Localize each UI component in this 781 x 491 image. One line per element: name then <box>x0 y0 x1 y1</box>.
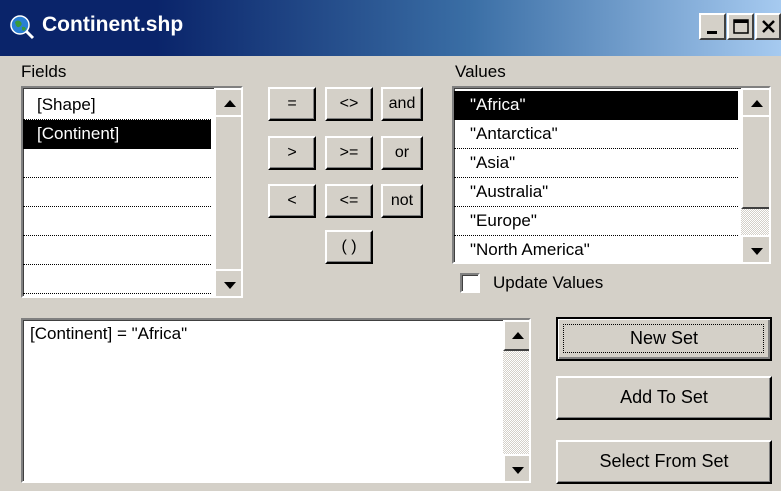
scroll-thumb[interactable] <box>214 115 241 273</box>
title-bar[interactable]: Continent.shp <box>0 0 781 56</box>
operator-less-equal-button[interactable]: <= <box>325 184 373 218</box>
value-item[interactable]: "Antarctica" <box>454 120 738 149</box>
window-title: Continent.shp <box>42 13 184 36</box>
add-to-set-button[interactable]: Add To Set <box>556 376 772 420</box>
maximize-icon <box>733 19 749 34</box>
expression-text: [Continent] = "Africa" <box>30 324 188 343</box>
minimize-icon <box>707 31 717 34</box>
operator-and-button[interactable]: and <box>381 87 423 121</box>
update-values-label[interactable]: Update Values <box>493 273 603 293</box>
value-item[interactable]: "North America" <box>454 236 738 262</box>
fields-label: Fields <box>21 62 67 81</box>
close-icon <box>762 20 775 33</box>
expression-scrollbar[interactable] <box>503 320 529 481</box>
scroll-down-button[interactable] <box>741 235 769 262</box>
field-item[interactable] <box>23 236 211 265</box>
values-label: Values <box>455 62 506 81</box>
field-item[interactable] <box>23 149 211 178</box>
field-item-selected[interactable]: [Continent] <box>23 120 211 149</box>
arrow-up-icon <box>512 331 524 339</box>
value-item-selected[interactable]: "Africa" <box>454 91 738 120</box>
expression-textarea[interactable]: [Continent] = "Africa" <box>21 318 531 483</box>
select-from-set-button[interactable]: Select From Set <box>556 440 772 484</box>
operator-greater-button[interactable]: > <box>268 136 316 170</box>
operator-not-equals-button[interactable]: <> <box>325 87 373 121</box>
arrow-down-icon <box>223 281 236 289</box>
operator-less-button[interactable]: < <box>268 184 316 218</box>
operator-or-button[interactable]: or <box>381 136 423 170</box>
scroll-down-button[interactable] <box>503 454 529 481</box>
app-globe-icon <box>9 14 35 40</box>
field-item[interactable] <box>23 178 211 207</box>
scroll-up-button[interactable] <box>503 320 529 351</box>
arrow-down-icon <box>512 466 524 474</box>
values-listbox[interactable]: "Africa" "Antarctica" "Asia" "Australia"… <box>452 86 771 264</box>
value-item[interactable]: "Europe" <box>454 207 738 236</box>
field-item[interactable] <box>23 265 211 294</box>
fields-scrollbar[interactable] <box>214 88 241 296</box>
fields-listbox[interactable]: [Shape] [Continent] <box>21 86 243 298</box>
new-set-button[interactable]: New Set <box>556 317 772 361</box>
field-item[interactable] <box>23 207 211 236</box>
update-values-checkbox[interactable] <box>460 273 480 293</box>
field-item[interactable]: [Shape] <box>23 91 211 120</box>
value-item[interactable]: "Asia" <box>454 149 738 178</box>
maximize-button[interactable] <box>727 13 754 40</box>
minimize-button[interactable] <box>699 13 726 40</box>
arrow-up-icon <box>223 99 236 107</box>
arrow-down-icon <box>751 247 763 255</box>
values-scrollbar[interactable] <box>741 88 769 262</box>
operator-not-button[interactable]: not <box>381 184 423 218</box>
arrow-up-icon <box>751 99 763 107</box>
scroll-thumb[interactable] <box>741 115 769 209</box>
close-button[interactable] <box>755 13 781 40</box>
operator-parentheses-button[interactable]: ( ) <box>325 230 373 264</box>
value-item[interactable]: "Australia" <box>454 178 738 207</box>
focus-ring <box>563 324 764 353</box>
operator-equals-button[interactable]: = <box>268 87 316 121</box>
scroll-down-button[interactable] <box>214 269 241 296</box>
operator-greater-equal-button[interactable]: >= <box>325 136 373 170</box>
